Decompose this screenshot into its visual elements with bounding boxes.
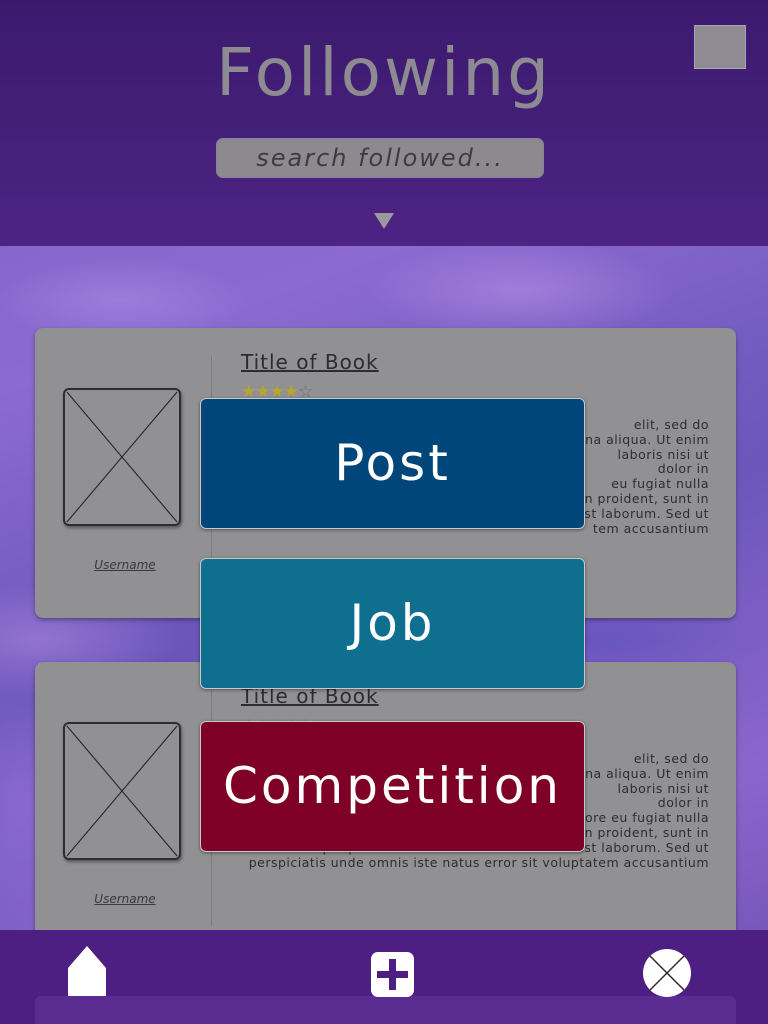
create-competition-button[interactable]: Competition	[200, 721, 585, 852]
page-header: Following	[0, 0, 768, 246]
chevron-down-icon[interactable]	[374, 213, 394, 229]
search-followed-input[interactable]	[216, 138, 544, 178]
create-post-button[interactable]: Post	[200, 398, 585, 529]
book-title[interactable]: Title of Book	[241, 350, 379, 374]
navbar-strip	[35, 996, 736, 1024]
close-icon[interactable]	[642, 948, 692, 998]
username-link[interactable]: Username	[55, 892, 195, 906]
add-icon[interactable]	[371, 952, 414, 997]
menu-button[interactable]	[694, 25, 746, 69]
username-link[interactable]: Username	[55, 558, 195, 572]
home-icon[interactable]	[68, 946, 106, 996]
page-title: Following	[215, 34, 553, 111]
book-cover-placeholder	[63, 722, 181, 860]
book-cover-placeholder	[63, 388, 181, 526]
create-job-button[interactable]: Job	[200, 558, 585, 689]
